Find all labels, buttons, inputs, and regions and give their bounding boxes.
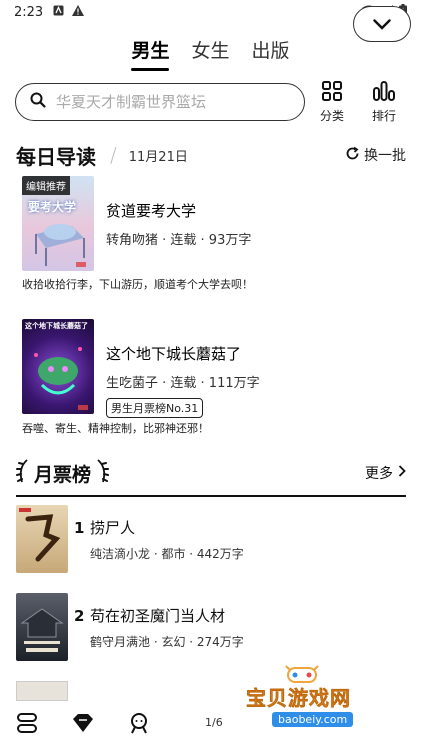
book-title: 贫道要考大学 <box>106 202 197 220</box>
profile-icon <box>128 712 150 738</box>
rank-list-item[interactable]: 1 捞尸人 纯洁滴小龙 · 都市 · 442万字 <box>16 505 406 573</box>
book-meta: 转角吻猪 · 连载 · 93万字 <box>106 233 252 248</box>
search-box[interactable] <box>15 83 305 121</box>
ranking-badge: 男生月票榜No.31 <box>106 398 204 418</box>
book-cover: 编辑推荐 要考大学 <box>22 176 94 271</box>
daily-separator: / <box>110 143 117 167</box>
bookshelf-icon <box>16 712 38 738</box>
chevron-right-icon <box>398 465 406 481</box>
rank-book-meta: 鹤守月满池 · 玄幻 · 274万字 <box>90 635 244 649</box>
daily-book-card[interactable]: 编辑推荐 要考大学 贫道要考大学 转角吻猪 · 连载 · 93万字 收拾收拾行李… <box>22 176 402 296</box>
refresh-button[interactable]: 换一批 <box>345 145 406 165</box>
rank-number: 2 <box>74 607 85 625</box>
category-button[interactable]: 分类 <box>307 80 357 124</box>
ranking-button[interactable]: 排行 <box>359 80 409 124</box>
notification-a-icon <box>53 5 64 19</box>
rank-number: 1 <box>74 519 85 537</box>
gender-tabs: 男生 女生 出版 <box>0 36 421 71</box>
rank-book-title: 苟在初圣魔门当人材 <box>90 607 226 625</box>
laurel-left-icon <box>16 458 30 488</box>
bar-chart-icon <box>373 80 395 107</box>
book-description: 吞噬、寄生、精神控制，比邪神还邪！ <box>22 422 209 435</box>
book-cover-title: 要考大学 <box>28 200 77 214</box>
warning-icon <box>72 5 85 19</box>
profile-button[interactable] <box>126 712 152 738</box>
diamond-icon <box>72 712 94 738</box>
book-cover <box>16 505 68 573</box>
daily-date: 11月21日 <box>128 149 188 165</box>
watermark-text: 宝贝游戏网 <box>246 686 351 711</box>
search-input[interactable] <box>56 93 276 111</box>
tab-publish[interactable]: 出版 <box>252 36 290 63</box>
search-icon <box>30 92 46 112</box>
category-label: 分类 <box>319 108 344 123</box>
monthly-ticket-header: 月票榜 更多 <box>16 458 406 488</box>
watermark-url: baobeiy.com <box>272 712 354 727</box>
store-button[interactable] <box>70 712 96 738</box>
collapse-button[interactable] <box>353 6 411 42</box>
book-cover-title: 这个地下城长蘑菇了 <box>25 322 88 330</box>
bookshelf-button[interactable] <box>14 712 40 738</box>
tab-male[interactable]: 男生 <box>131 36 170 71</box>
search-row: 分类 排行 <box>15 80 410 124</box>
refresh-icon <box>345 146 364 165</box>
tab-female[interactable]: 女生 <box>191 36 229 63</box>
rank-list-item[interactable]: 2 苟在初圣魔门当人材 鹤守月满池 · 玄幻 · 274万字 <box>16 593 406 661</box>
daily-reading-header: 每日导读 / 11月21日 换一批 <box>16 142 406 169</box>
laurel-right-icon <box>95 458 110 488</box>
more-button[interactable]: 更多 <box>365 463 406 483</box>
book-title: 这个地下城长蘑菇了 <box>106 345 242 363</box>
book-cover <box>16 593 68 661</box>
ranking-label: 排行 <box>371 108 396 123</box>
daily-book-card[interactable]: 这个地下城长蘑菇了 这个地下城长蘑菇了 生吃菌子 · 连载 · 111万字 男生… <box>22 319 402 439</box>
monthly-ticket-title: 月票榜 <box>34 463 92 486</box>
page-indicator: 1/6 <box>205 716 223 729</box>
daily-reading-title: 每日导读 <box>16 144 96 169</box>
status-time: 2:23 <box>14 4 44 20</box>
book-cover: 这个地下城长蘑菇了 <box>22 319 94 414</box>
book-meta: 生吃菌子 · 连载 · 111万字 <box>106 376 260 391</box>
book-cover <box>16 681 68 701</box>
editor-pick-tag: 编辑推荐 <box>22 176 70 195</box>
watermark-logo: 宝贝游戏网 baobeiy.com <box>246 662 358 742</box>
book-description: 收拾收拾行李，下山游历，顺道考个大学去呗！ <box>22 278 253 291</box>
refresh-label: 换一批 <box>364 148 406 164</box>
divider <box>16 495 406 497</box>
grid-icon <box>322 80 342 107</box>
rank-book-title: 捞尸人 <box>90 519 136 537</box>
chevron-down-icon <box>373 15 391 34</box>
more-label: 更多 <box>365 466 393 482</box>
rank-book-meta: 纯洁滴小龙 · 都市 · 442万字 <box>90 547 244 561</box>
